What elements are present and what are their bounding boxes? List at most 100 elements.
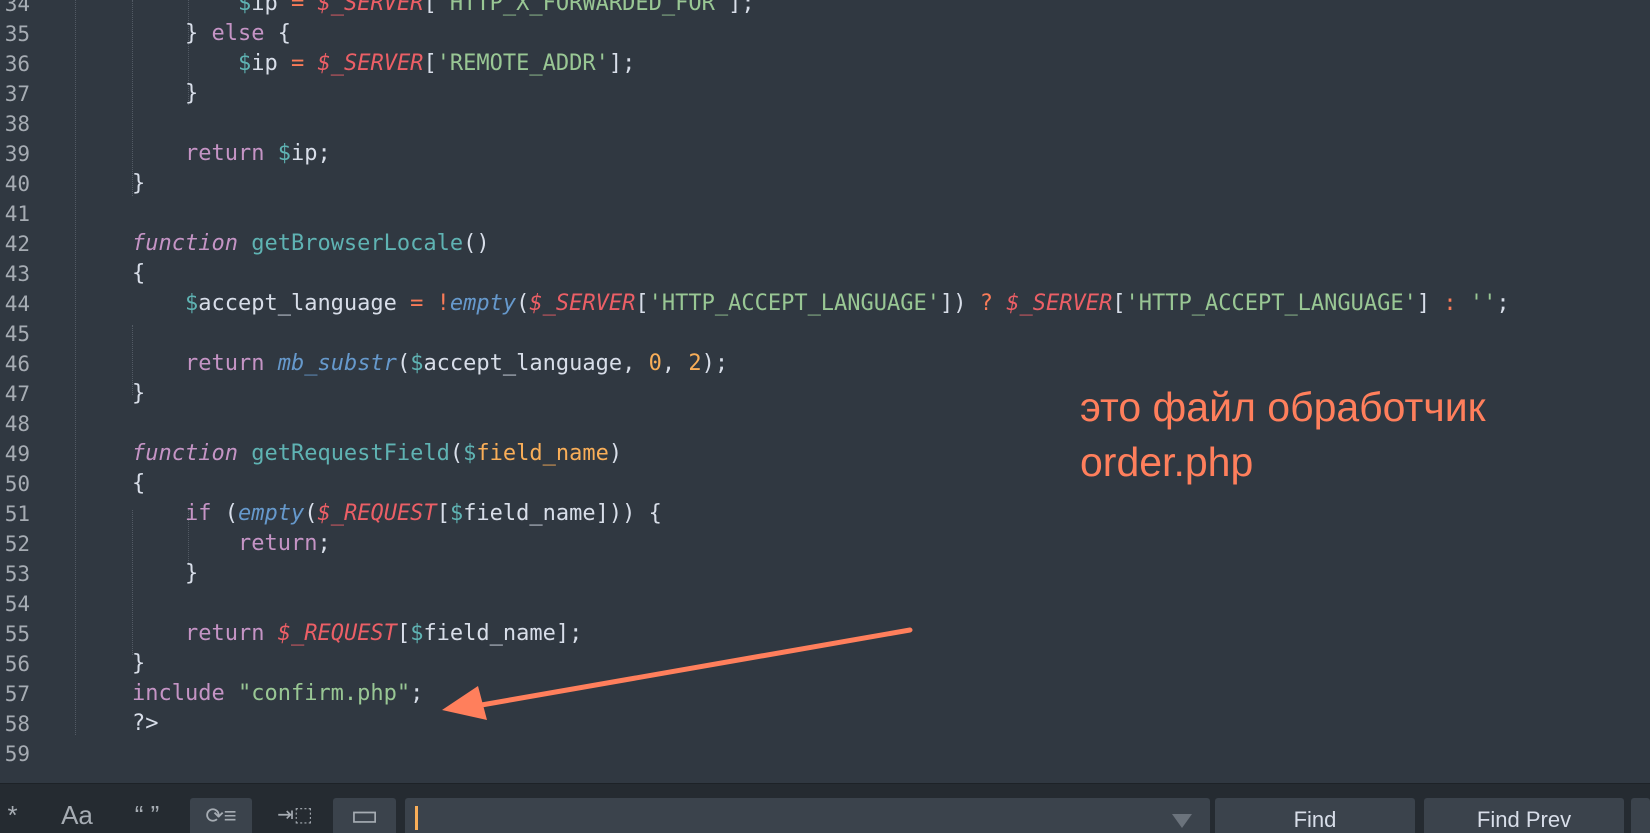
code-text: return mb_substr($accept_language, 0, 2)… — [132, 349, 728, 379]
code-token: return — [237, 531, 318, 556]
code-token: $ — [237, 0, 252, 16]
code-token: ] — [1416, 291, 1444, 316]
code-text: } — [132, 79, 198, 109]
annotation-note: это файл обработчик order.php — [1080, 380, 1486, 490]
code-line: 37 } — [0, 79, 1650, 109]
code-text: if (empty($_REQUEST[$field_name])) { — [132, 499, 662, 529]
code-line: 44 $accept_language = !empty($_SERVER['H… — [0, 289, 1650, 319]
code-token: return — [184, 621, 265, 646]
code-token: ; — [410, 681, 424, 706]
line-number: 42 — [4, 232, 30, 256]
code-token: $_SERVER — [1006, 291, 1113, 316]
line-number: 44 — [4, 292, 30, 316]
quotes-icon: “ ” — [134, 800, 160, 830]
code-token: '' — [1469, 291, 1497, 316]
code-token: [ — [436, 501, 450, 526]
code-text: } — [132, 649, 145, 679]
code-text: $ip = $_SERVER['REMOTE_ADDR']; — [132, 49, 635, 79]
case-icon: Aa — [61, 800, 93, 830]
highlight-matches-toggle[interactable]: ▭ — [333, 798, 396, 833]
code-token: empty — [237, 501, 305, 526]
code-token: } — [132, 651, 146, 676]
find-all-button[interactable] — [1631, 798, 1650, 833]
code-token: ; — [1496, 291, 1510, 316]
find-input[interactable] — [405, 798, 1210, 833]
code-token: [ — [423, 0, 437, 16]
code-line: 40} — [0, 169, 1650, 199]
line-number: 41 — [4, 202, 30, 226]
code-token: $_SERVER — [529, 291, 636, 316]
find-button[interactable]: Find — [1215, 798, 1415, 833]
code-token: ])) { — [595, 501, 662, 526]
code-token: ?> — [132, 711, 159, 736]
code-token: getBrowserLocale — [251, 231, 464, 256]
whole-word-toggle[interactable]: “ ” — [122, 798, 172, 833]
code-text: function getBrowserLocale() — [132, 229, 490, 259]
code-token: $_SERVER — [317, 51, 424, 76]
code-token: 2 — [688, 351, 702, 376]
code-token: 0 — [648, 351, 662, 376]
line-number: 37 — [4, 82, 30, 106]
line-number: 50 — [4, 472, 30, 496]
code-token: ]; — [728, 0, 755, 16]
code-text: { — [132, 259, 145, 289]
line-number: 54 — [4, 592, 30, 616]
case-sensitive-toggle[interactable]: Aa — [52, 798, 102, 833]
code-line: 59 — [0, 739, 1650, 769]
code-token: } — [184, 561, 199, 586]
code-token: $ — [463, 441, 477, 466]
history-dropdown-icon[interactable] — [1172, 814, 1192, 828]
code-line: 42 function getBrowserLocale() — [0, 229, 1650, 259]
find-prev-button[interactable]: Find Prev — [1424, 798, 1624, 833]
code-token: ? — [979, 291, 994, 316]
code-token: 'HTTP_X_FORWARDED_FOR' — [436, 0, 729, 16]
code-line: 39 return $ip; — [0, 139, 1650, 169]
code-token: function — [132, 231, 238, 256]
code-token: 'HTTP_ACCEPT_LANGUAGE' — [1125, 291, 1417, 316]
asterisk-icon: * — [7, 800, 18, 830]
code-line: 58 ?> — [0, 709, 1650, 739]
code-token: ip — [290, 141, 318, 166]
code-token: [ — [635, 291, 649, 316]
code-token: } — [132, 171, 146, 196]
wrap-toggle[interactable]: ⟳≡ — [190, 798, 252, 833]
code-token: field_name — [423, 621, 556, 646]
selection-icon: ⇥⬚ — [277, 804, 313, 826]
in-selection-toggle[interactable]: ⇥⬚ — [270, 798, 320, 833]
code-token: , — [661, 351, 689, 376]
line-number: 43 — [4, 262, 30, 286]
annotation-line-2: order.php — [1080, 439, 1254, 485]
code-token: mb_substr — [277, 351, 397, 376]
code-token: include — [132, 681, 225, 706]
regex-toggle[interactable]: * — [0, 798, 25, 833]
code-text: return $ip; — [132, 139, 331, 169]
code-text: $accept_language = !empty($_SERVER['HTTP… — [132, 289, 1510, 319]
code-line: 43 { — [0, 259, 1650, 289]
code-line: 54 — [0, 589, 1650, 619]
code-line: 53 } — [0, 559, 1650, 589]
code-token: return — [184, 141, 265, 166]
code-token: "confirm.php" — [237, 681, 411, 706]
code-editor[interactable]: 34 $ip = $_SERVER['HTTP_X_FORWARDED_FOR'… — [0, 0, 1650, 783]
line-number: 49 — [4, 442, 30, 466]
code-text: } — [132, 379, 145, 409]
code-line: 41 — [0, 199, 1650, 229]
code-token: : — [1443, 291, 1457, 316]
code-token: function — [132, 441, 238, 466]
code-token: else — [211, 21, 265, 46]
